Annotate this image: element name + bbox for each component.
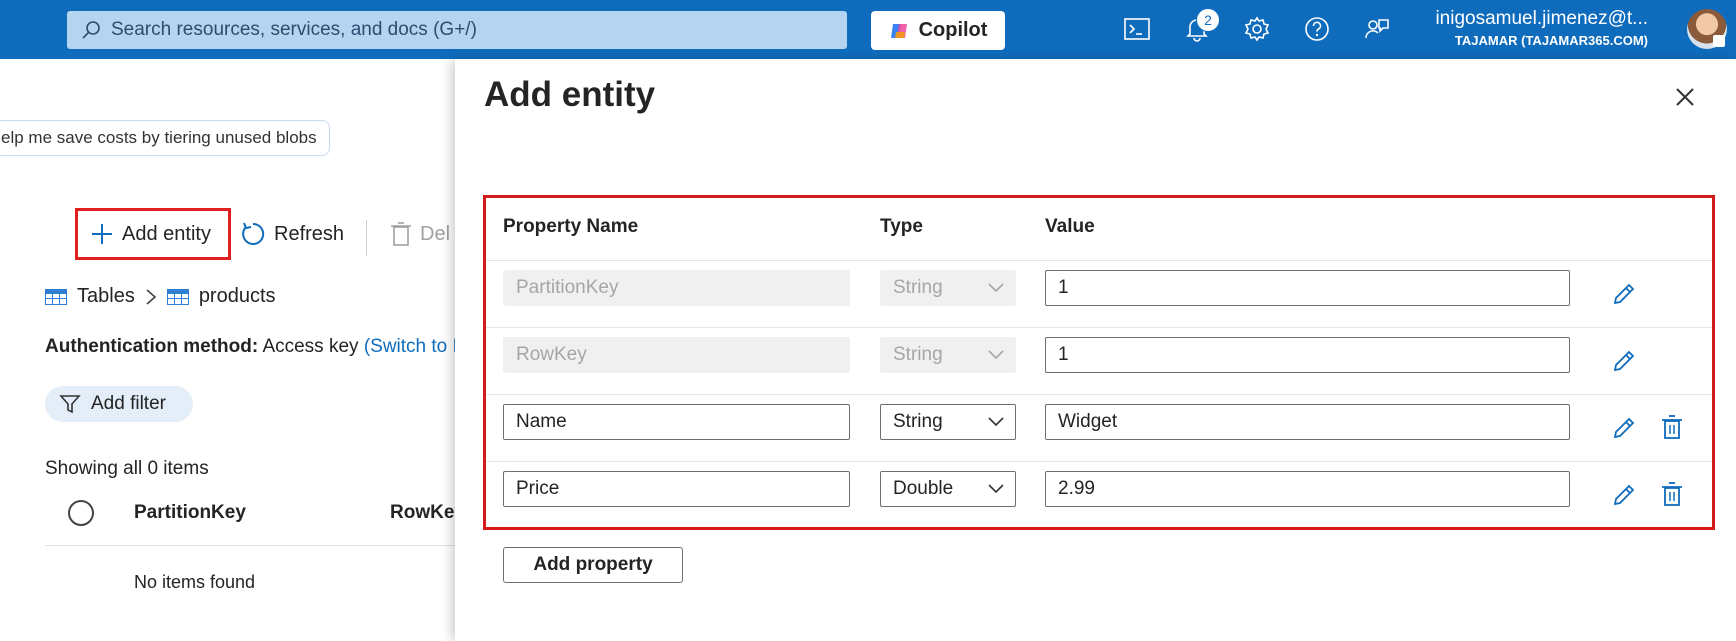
add-filter-label: Add filter	[91, 393, 166, 414]
user-email: inigosamuel.jimenez@t...	[1435, 8, 1648, 29]
table-icon	[45, 288, 67, 305]
refresh-label: Refresh	[274, 222, 345, 245]
header-type: Type	[880, 216, 923, 237]
type-dropdown-value: String	[893, 411, 943, 432]
trash-icon[interactable]	[1660, 414, 1684, 440]
help-button[interactable]	[1302, 14, 1332, 44]
refresh-button[interactable]: Refresh	[240, 208, 344, 260]
edit-icon[interactable]	[1611, 415, 1637, 441]
copilot-button[interactable]: Copilot	[871, 11, 1005, 50]
column-header-rowkey[interactable]: RowKey	[390, 502, 465, 524]
search-icon	[82, 21, 100, 39]
table-divider	[45, 545, 465, 546]
edit-icon[interactable]	[1611, 281, 1637, 307]
chevron-down-icon	[988, 484, 1004, 494]
feedback-button[interactable]	[1362, 14, 1392, 44]
chevron-down-icon	[988, 417, 1004, 427]
header-value: Value	[1045, 216, 1095, 237]
column-header-partitionkey[interactable]: PartitionKey	[134, 502, 246, 524]
header-property-name: Property Name	[503, 216, 639, 237]
close-icon[interactable]	[1671, 83, 1699, 111]
property-name-input: PartitionKey	[503, 270, 850, 306]
trash-icon	[391, 222, 411, 246]
suggestion-chip-label: elp me save costs by tiering unused blob…	[1, 128, 317, 147]
breadcrumb: Tables products	[45, 285, 276, 308]
property-name-input[interactable]: Name	[503, 404, 850, 440]
search-placeholder: Search resources, services, and docs (G+…	[111, 19, 477, 40]
refresh-icon	[242, 222, 265, 245]
auth-value: Access key	[262, 336, 359, 357]
auth-label: Authentication method:	[45, 336, 259, 357]
edit-icon[interactable]	[1611, 348, 1637, 374]
item-count: Showing all 0 items	[45, 458, 209, 479]
value-input[interactable]: 1	[1045, 337, 1570, 373]
add-property-button[interactable]: Add property	[503, 547, 683, 583]
delete-label: Del	[420, 222, 451, 245]
row-divider	[486, 327, 1712, 328]
search-box[interactable]: Search resources, services, and docs (G+…	[67, 11, 847, 49]
feedback-icon	[1365, 19, 1389, 39]
filter-icon	[59, 395, 81, 414]
lock-icon	[1713, 35, 1725, 47]
add-entity-button[interactable]: Add entity	[75, 208, 231, 260]
suggestion-chip[interactable]: elp me save costs by tiering unused blob…	[0, 120, 330, 156]
add-entity-panel: Add entity Property Name Type Value Part…	[455, 59, 1736, 641]
breadcrumb-tables[interactable]: Tables	[77, 285, 135, 308]
auth-method: Authentication method: Access key (Switc…	[45, 336, 458, 358]
add-filter-button[interactable]: Add filter	[45, 386, 193, 422]
cloud-shell-button[interactable]	[1122, 14, 1152, 44]
chevron-down-icon	[988, 350, 1004, 360]
toolbar-divider	[366, 220, 367, 256]
account-menu[interactable]: inigosamuel.jimenez@t... TAJAMAR (TAJAMA…	[1435, 8, 1648, 48]
row-divider	[486, 461, 1712, 462]
type-dropdown: String	[880, 270, 1016, 306]
value-input[interactable]: 2.99	[1045, 471, 1570, 507]
chevron-right-icon	[146, 288, 157, 305]
row-divider	[486, 260, 1712, 261]
trash-icon[interactable]	[1660, 481, 1684, 507]
switch-auth-link[interactable]: (Switch to I	[364, 336, 458, 357]
breadcrumb-products[interactable]: products	[199, 285, 276, 308]
add-entity-label: Add entity	[122, 222, 211, 245]
user-tenant: TAJAMAR (TAJAMAR365.COM)	[1454, 33, 1648, 48]
chevron-down-icon	[988, 283, 1004, 293]
value-input[interactable]: Widget	[1045, 404, 1570, 440]
property-name-input: RowKey	[503, 337, 850, 373]
table-icon	[166, 288, 189, 305]
gear-icon	[1244, 16, 1270, 42]
notification-badge: 2	[1196, 8, 1220, 32]
property-name-input[interactable]: Price	[503, 471, 850, 507]
type-dropdown-value: Double	[893, 478, 954, 499]
type-dropdown: String	[880, 337, 1016, 373]
type-dropdown-value: String	[893, 344, 943, 365]
copilot-icon	[890, 23, 907, 38]
help-icon	[1305, 17, 1329, 41]
empty-state-text: No items found	[134, 572, 256, 592]
settings-button[interactable]	[1242, 14, 1272, 44]
select-all-radio[interactable]	[68, 500, 94, 526]
row-divider	[486, 394, 1712, 395]
delete-button[interactable]: Del	[390, 208, 450, 260]
type-dropdown-value: String	[893, 277, 943, 298]
edit-icon[interactable]	[1611, 482, 1637, 508]
type-dropdown[interactable]: Double	[880, 471, 1016, 507]
panel-title: Add entity	[484, 75, 656, 114]
terminal-icon	[1124, 18, 1150, 40]
copilot-label: Copilot	[918, 19, 988, 41]
top-bar: Search resources, services, and docs (G+…	[0, 0, 1736, 59]
value-input[interactable]: 1	[1045, 270, 1570, 306]
type-dropdown[interactable]: String	[880, 404, 1016, 440]
plus-icon	[92, 224, 112, 244]
